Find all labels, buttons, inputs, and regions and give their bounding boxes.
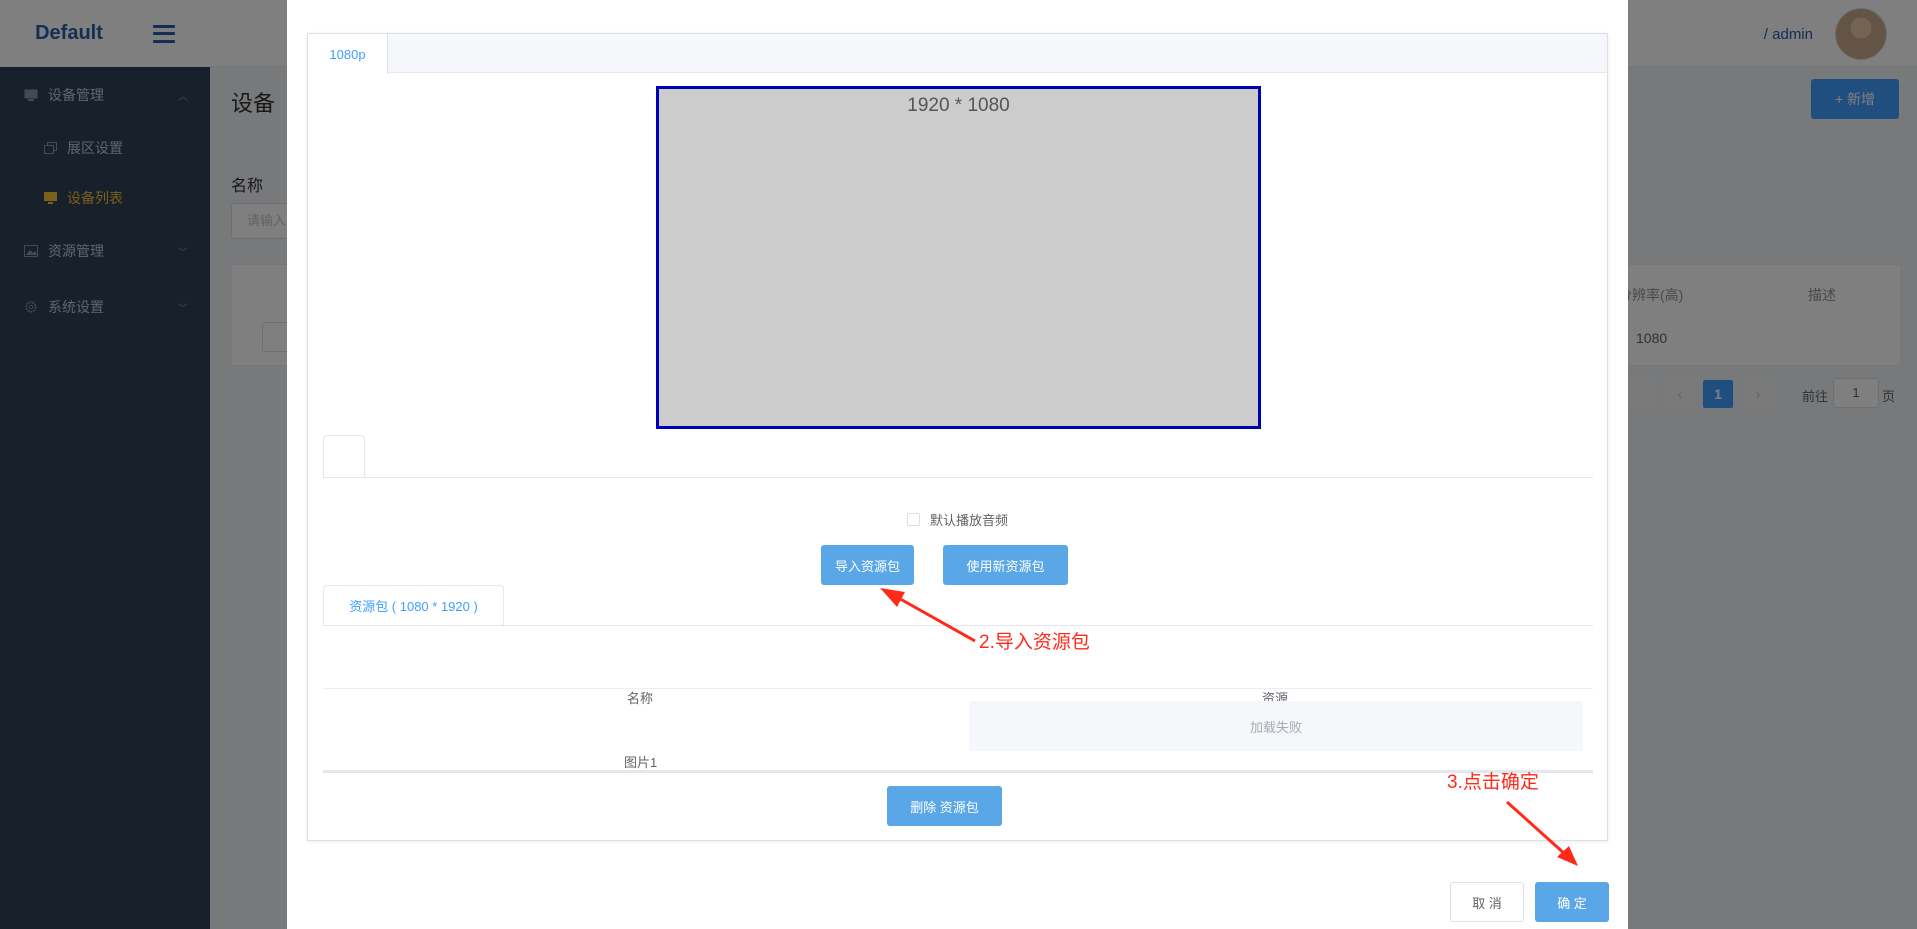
annotation-step2: 2.导入资源包	[979, 632, 1090, 653]
annotation-arrows	[880, 588, 1578, 866]
annotation-step3: 3.点击确定	[1447, 772, 1539, 793]
